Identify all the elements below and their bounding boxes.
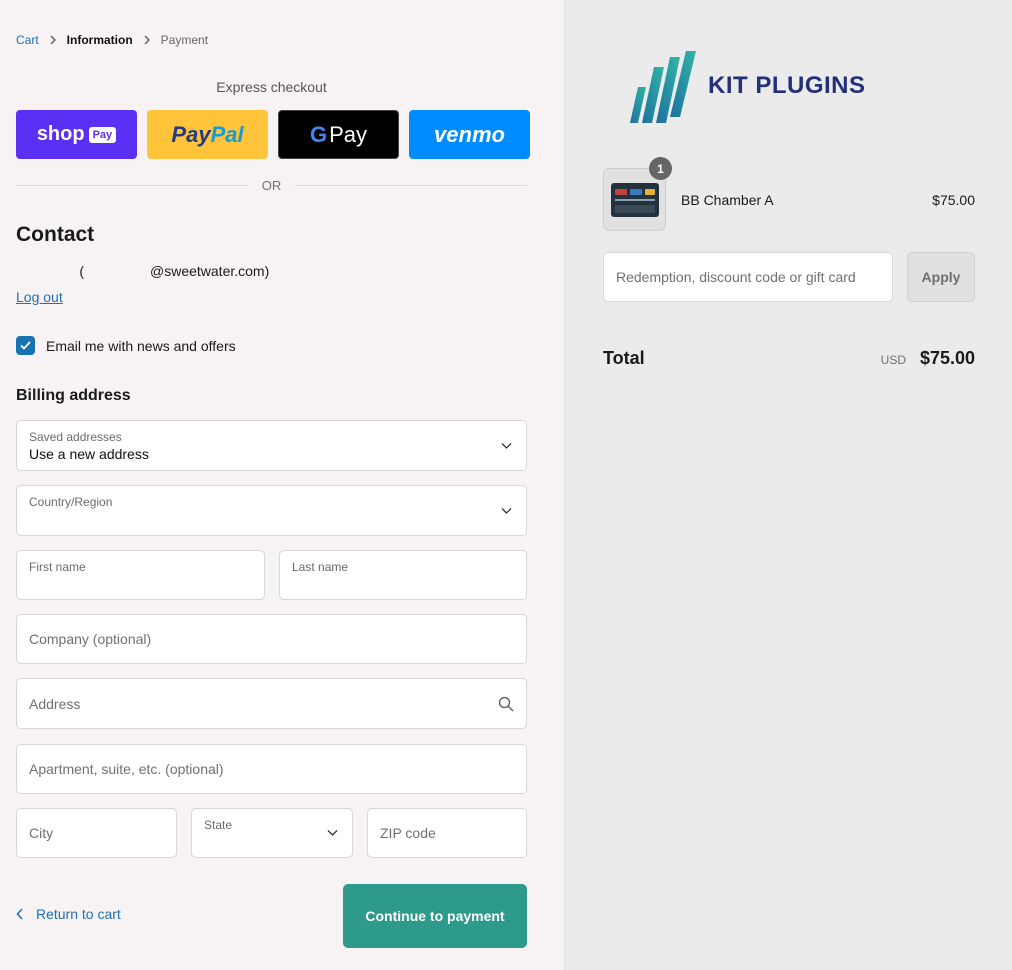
apartment-placeholder: Apartment, suite, etc. (optional) [29,761,224,777]
chevron-down-icon [327,830,338,836]
continue-to-payment-button[interactable]: Continue to payment [343,884,527,948]
newsletter-label: Email me with news and offers [46,337,236,354]
logout-link[interactable]: Log out [16,289,63,305]
return-to-cart-link[interactable]: Return to cart [16,906,121,922]
total-label: Total [603,348,645,368]
last-name-field[interactable]: Last name [279,550,527,600]
paypal-logo-part1: Pay [171,121,211,147]
saved-addresses-label: Saved addresses [29,430,122,444]
or-divider: OR [16,178,527,193]
google-g-icon: G [309,121,328,147]
divider-line [16,185,248,186]
product-price: $75.00 [932,192,975,208]
google-pay-button[interactable]: G Pay [278,110,399,159]
address-placeholder: Address [29,695,81,712]
total-amount: $75.00 [919,348,975,368]
breadcrumb: Cart Information Payment [16,33,208,47]
last-name-label: Last name [292,560,349,574]
first-name-field[interactable]: First name [16,550,265,600]
discount-code-placeholder: Redemption, discount code or gift card [616,269,856,285]
chevron-right-icon [144,35,150,45]
billing-address-heading: Billing address [16,387,131,404]
newsletter-checkbox-row[interactable]: Email me with news and offers [16,336,236,355]
saved-addresses-value: Use a new address [29,446,149,462]
return-to-cart-label: Return to cart [36,906,121,922]
zip-code-field[interactable]: ZIP code [367,808,527,858]
company-field[interactable]: Company (optional) [16,614,527,664]
divider-line [295,185,527,186]
contact-heading: Contact [16,223,95,246]
venmo-logo-text: venmo [434,121,505,147]
plugin-screenshot-image [610,182,659,217]
city-field[interactable]: City [16,808,177,858]
paypal-logo-part2: Pal [210,121,244,147]
first-name-label: First name [29,560,86,574]
shop-pay-logo-text: shop [36,123,85,145]
order-summary-panel [565,0,1012,970]
product-name: BB Chamber A [681,192,774,208]
contact-email: ( @sweetwater.com) [16,263,269,279]
quantity-badge: 1 [649,157,672,180]
express-checkout-title: Express checkout [216,79,327,95]
breadcrumb-information: Information [66,33,133,47]
state-label: State [204,818,233,832]
city-placeholder: City [29,825,54,841]
email-open-paren: ( [79,263,84,279]
chevron-down-icon [501,507,512,514]
chevron-right-icon [50,35,56,45]
breadcrumb-payment: Payment [160,33,209,47]
country-region-select[interactable]: Country/Region [16,485,527,536]
saved-addresses-select[interactable]: Saved addresses Use a new address [16,420,527,471]
venmo-button[interactable]: venmo [409,110,530,159]
newsletter-checkbox[interactable] [16,336,35,355]
search-icon [498,696,514,711]
chevron-down-icon [501,442,512,449]
or-label: OR [261,178,282,193]
shop-pay-button[interactable]: shop Pay [16,110,137,159]
address-field[interactable]: Address [16,678,527,729]
breadcrumb-cart[interactable]: Cart [16,33,39,47]
total-currency: USD [880,353,906,367]
company-placeholder: Company (optional) [29,631,152,647]
checkout-main-panel: Cart Information Payment Express checkou… [0,0,565,970]
kit-plugins-logo-icon [630,51,696,123]
zip-code-placeholder: ZIP code [380,825,436,841]
discount-code-input[interactable]: Redemption, discount code or gift card [603,252,893,302]
apartment-field[interactable]: Apartment, suite, etc. (optional) [16,744,527,794]
country-region-label: Country/Region [29,495,113,509]
email-domain: @sweetwater.com) [150,263,270,279]
apply-discount-button[interactable]: Apply [907,252,975,302]
express-checkout-buttons: shop Pay Pay Pal G Pay venmo [16,110,530,159]
chevron-left-icon [16,908,23,920]
paypal-button[interactable]: Pay Pal [147,110,268,159]
state-select[interactable]: State [191,808,353,858]
google-pay-label: Pay [329,121,368,147]
checkmark-icon [20,341,31,350]
brand-logo: KIT PLUGINS [630,47,866,125]
brand-name: KIT PLUGINS [708,72,866,99]
shop-pay-badge: Pay [88,126,117,143]
